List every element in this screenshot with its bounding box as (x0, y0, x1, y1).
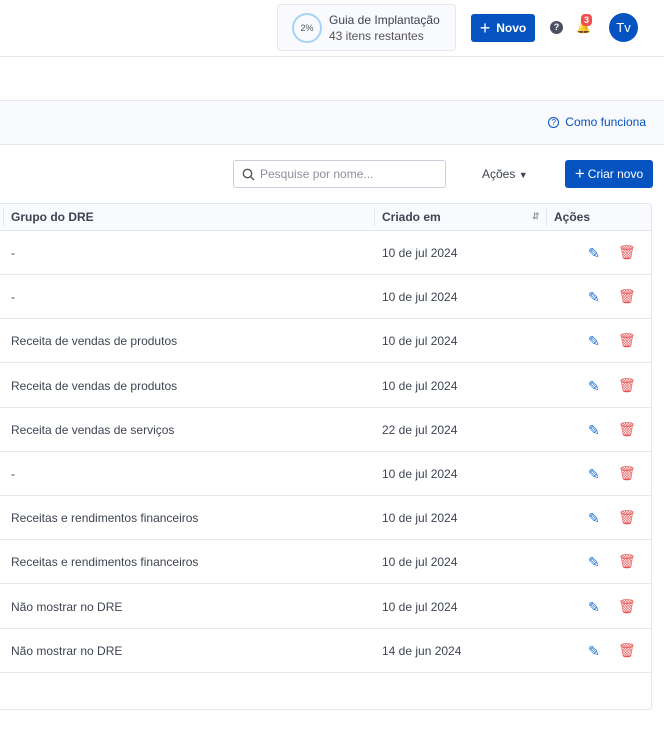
edit-icon[interactable]: ✎ (588, 599, 600, 616)
created-cell: 10 de jul 2024 (382, 246, 458, 260)
trash-icon[interactable]: 🗑 (618, 288, 636, 305)
created-cell: 10 de jul 2024 (382, 334, 458, 349)
created-cell: 10 de jul 2024 (382, 555, 458, 570)
column-divider (3, 208, 4, 226)
table-row: - 10 de jul 2024 ✎ 🗑 (0, 231, 651, 275)
table-row: Receita de vendas de produtos 10 de jul … (0, 319, 651, 364)
group-cell: - (11, 467, 15, 481)
trash-icon[interactable]: 🗑 (618, 332, 636, 349)
table-row: Receita de vendas de serviços 22 de jul … (0, 408, 651, 452)
how-it-works-label: Como funciona (565, 115, 646, 129)
group-cell: Não mostrar no DRE (11, 643, 123, 658)
trash-icon[interactable]: 🗑 (618, 377, 636, 394)
group-cell: Receitas e rendimentos financeiros (11, 555, 199, 570)
trash-icon[interactable]: 🗑 (618, 598, 636, 615)
created-cell: 22 de jul 2024 (382, 422, 458, 437)
column-divider (546, 208, 547, 226)
edit-icon[interactable]: ✎ (588, 643, 600, 660)
plus-icon: + (574, 164, 585, 183)
group-cell: Receitas e rendimentos financeiros (11, 511, 199, 526)
data-table: Grupo do DRE Criado em ⇵ Ações - 10 de j… (0, 203, 652, 710)
table-row: Não mostrar no DRE 14 de jun 2024 ✎ 🗑 (0, 629, 651, 673)
search-input[interactable] (260, 167, 440, 181)
edit-icon[interactable]: ✎ (588, 466, 600, 483)
edit-icon[interactable]: ✎ (588, 422, 600, 439)
edit-icon[interactable]: ✎ (588, 333, 600, 350)
new-button-label: Novo (496, 21, 527, 35)
help-icon[interactable]: ? (550, 21, 563, 34)
table-row: - 10 de jul 2024 ✎ 🗑 (0, 452, 651, 496)
create-new-label: Criar novo (587, 167, 644, 181)
created-cell: 10 de jul 2024 (382, 511, 458, 526)
created-cell: 10 de jul 2024 (382, 378, 458, 393)
group-cell: - (11, 290, 15, 305)
group-cell: Receita de vendas de produtos (11, 378, 178, 393)
trash-icon[interactable]: 🗑 (618, 553, 636, 570)
caret-down-icon: ▼ (518, 170, 528, 180)
group-cell: Receita de vendas de produtos (11, 334, 178, 349)
sort-icon[interactable]: ⇵ (532, 211, 540, 222)
trash-icon[interactable]: 🗑 (618, 465, 636, 482)
how-it-works-link[interactable]: ? Como funciona (548, 115, 646, 129)
group-cell: Receita de vendas de serviços (11, 422, 175, 437)
created-cell: 14 de jun 2024 (382, 643, 462, 658)
table-row: Receitas e rendimentos financeiros 10 de… (0, 496, 651, 541)
trash-icon[interactable]: 🗑 (618, 421, 636, 438)
column-header-group[interactable]: Grupo do DRE (11, 210, 94, 224)
trash-icon[interactable]: 🗑 (618, 244, 636, 261)
column-divider (374, 208, 375, 226)
group-cell: Não mostrar no DRE (11, 599, 123, 614)
created-cell: 10 de jul 2024 (382, 467, 458, 481)
search-box[interactable] (233, 160, 446, 188)
edit-icon[interactable]: ✎ (588, 378, 600, 395)
info-band: ? Como funciona (0, 100, 664, 145)
question-icon: ? (548, 116, 560, 128)
progress-ring: 2% (292, 13, 322, 43)
table-row: Não mostrar no DRE 10 de jul 2024 ✎ 🗑 (0, 585, 651, 629)
notification-badge: 3 (581, 14, 593, 26)
table-header: Grupo do DRE Criado em ⇵ Ações (0, 204, 651, 231)
top-bar: 2% Guia de Implantação 43 itens restante… (0, 0, 664, 57)
search-icon (242, 168, 255, 180)
trash-icon[interactable]: 🗑 (618, 642, 636, 659)
table-row: Receitas e rendimentos financeiros 10 de… (0, 540, 651, 585)
table-row: Receita de vendas de produtos 10 de jul … (0, 364, 651, 408)
table-row: - 10 de jul 2024 ✎ 🗑 (0, 275, 651, 320)
create-new-button[interactable]: + Criar novo (565, 160, 653, 188)
actions-dropdown[interactable]: Ações ▼ (482, 167, 528, 181)
column-header-actions: Ações (554, 210, 591, 224)
edit-icon[interactable]: ✎ (588, 289, 600, 306)
group-cell: - (11, 246, 15, 260)
created-cell: 10 de jul 2024 (382, 290, 458, 305)
guide-title: Guia de Implantação (329, 13, 440, 27)
created-cell: 10 de jul 2024 (382, 599, 458, 614)
edit-icon[interactable]: ✎ (588, 510, 600, 527)
new-button[interactable]: + Novo (471, 14, 535, 42)
trash-icon[interactable]: 🗑 (618, 509, 636, 526)
column-header-created[interactable]: Criado em (382, 210, 441, 224)
guide-subtitle: 43 itens restantes (329, 29, 424, 43)
edit-icon[interactable]: ✎ (588, 245, 600, 262)
actions-label: Ações (482, 167, 516, 181)
implementation-guide[interactable]: 2% Guia de Implantação 43 itens restante… (277, 4, 456, 51)
plus-icon: + (479, 17, 491, 38)
avatar[interactable]: Tv (609, 13, 638, 42)
edit-icon[interactable]: ✎ (588, 554, 600, 571)
